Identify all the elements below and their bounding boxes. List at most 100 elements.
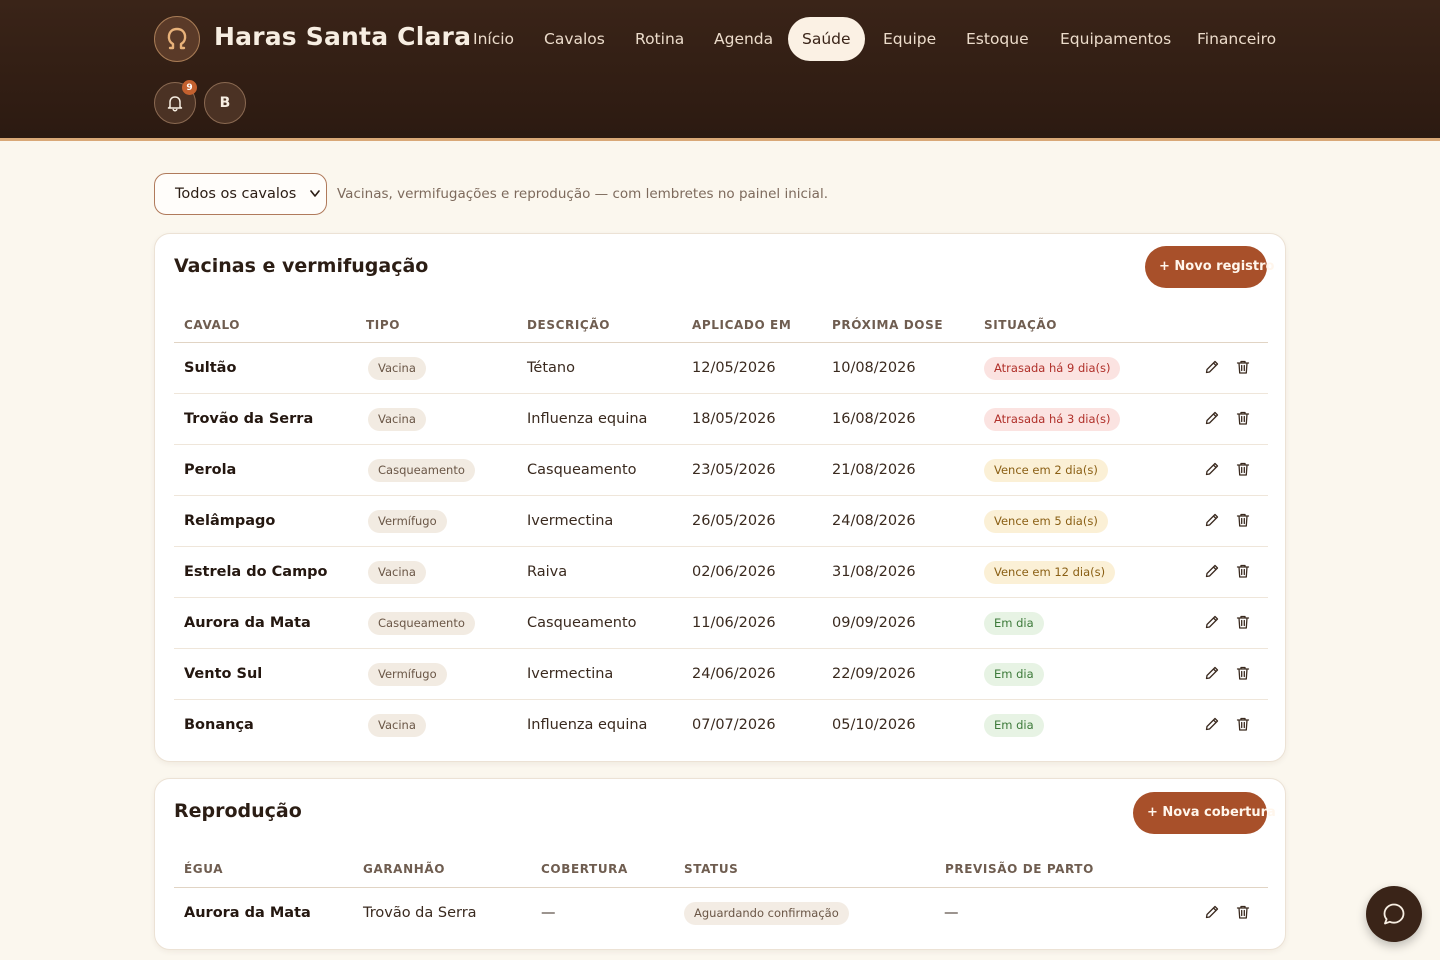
next-dose-date: 24/08/2026: [832, 513, 916, 529]
trash-icon[interactable]: [1233, 510, 1253, 530]
due-date: —: [944, 905, 959, 921]
notifications-button[interactable]: 9: [154, 80, 197, 124]
status-badge: Atrasada há 9 dia(s): [984, 357, 1121, 380]
next-dose-date: 16/08/2026: [832, 411, 916, 427]
horse-name: Relâmpago: [184, 513, 276, 529]
next-dose-date: 31/08/2026: [832, 564, 916, 580]
chat-bubble-icon: [1383, 903, 1405, 925]
column-header-status: SITUAÇÃO: [984, 318, 1058, 332]
next-dose-date: 09/09/2026: [832, 615, 916, 631]
chevron-down-icon: [310, 174, 320, 230]
status-badge: Vence em 2 dia(s): [984, 459, 1108, 482]
nav-item-agenda[interactable]: Agenda: [700, 17, 787, 61]
edit-icon[interactable]: [1202, 612, 1222, 632]
edit-icon[interactable]: [1202, 663, 1222, 683]
nav-item-equipamentos[interactable]: Equipamentos: [1046, 17, 1185, 61]
nav-item-saude[interactable]: Saúde: [788, 17, 865, 61]
edit-icon[interactable]: [1202, 357, 1222, 377]
edit-icon[interactable]: [1202, 902, 1222, 922]
description: Influenza equina: [527, 411, 648, 427]
trash-icon[interactable]: [1233, 612, 1253, 632]
user-avatar-button[interactable]: B: [204, 82, 246, 124]
applied-date: 24/06/2026: [692, 666, 776, 682]
stallion-name: Trovão da Serra: [363, 905, 477, 921]
vaccines-card: Vacinas e vermifugação + Novo registro C…: [154, 233, 1286, 762]
new-record-button[interactable]: + Novo registro: [1145, 246, 1274, 288]
applied-date: 23/05/2026: [692, 462, 776, 478]
table-row: Trovão da Serra Vacina Influenza equina 18/…: [174, 394, 1268, 445]
applied-date: 02/06/2026: [692, 564, 776, 580]
description: Casqueamento: [527, 462, 637, 478]
column-header-description: DESCRIÇÃO: [527, 318, 611, 332]
table-row: Vento Sul Vermífugo Ivermectina 24/06/2026 2…: [174, 649, 1268, 700]
column-header-due-date: PREVISÃO DE PARTO: [945, 862, 1094, 876]
description: Casqueamento: [527, 615, 637, 631]
nav-item-inicio[interactable]: Início: [459, 17, 528, 61]
horse-name: Perola: [184, 462, 237, 478]
vaccines-title: Vacinas e vermifugação: [174, 255, 429, 277]
trash-icon[interactable]: [1233, 561, 1253, 581]
table-row: Relâmpago Vermífugo Ivermectina 26/05/2026 2…: [174, 496, 1268, 547]
mare-name: Aurora da Mata: [184, 905, 311, 921]
type-badge: Casqueamento: [368, 612, 475, 635]
nav-item-estoque[interactable]: Estoque: [952, 17, 1043, 61]
edit-icon[interactable]: [1202, 408, 1222, 428]
table-row: Sultão Vacina Tétano 12/05/2026 10/08/2026 At…: [174, 343, 1268, 394]
status-badge: Em dia: [984, 663, 1044, 686]
type-badge: Vacina: [368, 408, 426, 431]
type-badge: Vacina: [368, 561, 426, 584]
applied-date: 26/05/2026: [692, 513, 776, 529]
reproduction-card: Reprodução + Nova cobertura ÉGUA GARANHÃ…: [154, 778, 1286, 950]
trash-icon[interactable]: [1233, 459, 1253, 479]
next-dose-date: 21/08/2026: [832, 462, 916, 478]
table-row: Aurora da Mata Trovão da Serra — Aguarda…: [174, 888, 1268, 938]
trash-icon[interactable]: [1233, 357, 1253, 377]
trash-icon[interactable]: [1233, 902, 1253, 922]
edit-icon[interactable]: [1202, 459, 1222, 479]
applied-date: 12/05/2026: [692, 360, 776, 376]
bell-icon: [167, 96, 183, 112]
edit-icon[interactable]: [1202, 510, 1222, 530]
table-row: Perola Casqueamento Casqueamento 23/05/2026…: [174, 445, 1268, 496]
next-dose-date: 22/09/2026: [832, 666, 916, 682]
nav-item-rotina[interactable]: Rotina: [621, 17, 698, 61]
chat-button[interactable]: [1366, 886, 1422, 942]
filter-hint-text: Vacinas, vermifugações e reprodução — co…: [337, 186, 828, 202]
new-covering-button[interactable]: + Nova cobertura: [1133, 792, 1276, 834]
status-badge: Vence em 12 dia(s): [984, 561, 1116, 584]
table-row: Bonança Vacina Influenza equina 07/07/2026 0…: [174, 700, 1268, 751]
column-header-horse: CAVALO: [184, 318, 241, 332]
trash-icon[interactable]: [1233, 714, 1253, 734]
status-badge: Aguardando confirmação: [684, 902, 849, 925]
next-dose-date: 05/10/2026: [832, 717, 916, 733]
horse-name: Sultão: [184, 360, 237, 376]
column-header-next-dose: PRÓXIMA DOSE: [832, 318, 944, 332]
edit-icon[interactable]: [1202, 714, 1222, 734]
notification-count-badge: 9: [182, 80, 197, 95]
nav-item-cavalos[interactable]: Cavalos: [530, 17, 619, 61]
applied-date: 07/07/2026: [692, 717, 776, 733]
horse-name: Vento Sul: [184, 666, 263, 682]
nav-item-equipe[interactable]: Equipe: [869, 17, 950, 61]
horse-name: Aurora da Mata: [184, 615, 311, 631]
main-nav: Início Cavalos Rotina Agenda Saúde Equip…: [0, 17, 1440, 61]
description: Ivermectina: [527, 666, 614, 682]
description: Tétano: [527, 360, 575, 376]
horse-name: Estrela do Campo: [184, 564, 328, 580]
status-badge: Atrasada há 3 dia(s): [984, 408, 1121, 431]
table-row: Estrela do Campo Vacina Raiva 02/06/2026 31/…: [174, 547, 1268, 598]
column-header-covering: COBERTURA: [541, 862, 628, 876]
edit-icon[interactable]: [1202, 561, 1222, 581]
horse-filter-select[interactable]: Todos os cavalos: [154, 173, 327, 215]
trash-icon[interactable]: [1233, 663, 1253, 683]
trash-icon[interactable]: [1233, 408, 1253, 428]
column-header-repro-status: STATUS: [684, 862, 739, 876]
nav-item-financeiro[interactable]: Financeiro: [1183, 17, 1290, 61]
next-dose-date: 10/08/2026: [832, 360, 916, 376]
avatar-initial: B: [219, 95, 231, 111]
table-row: Aurora da Mata Casqueamento Casqueamento 11…: [174, 598, 1268, 649]
horse-name: Trovão da Serra: [184, 411, 314, 427]
type-badge: Vermífugo: [368, 663, 447, 686]
applied-date: 18/05/2026: [692, 411, 776, 427]
description: Ivermectina: [527, 513, 614, 529]
